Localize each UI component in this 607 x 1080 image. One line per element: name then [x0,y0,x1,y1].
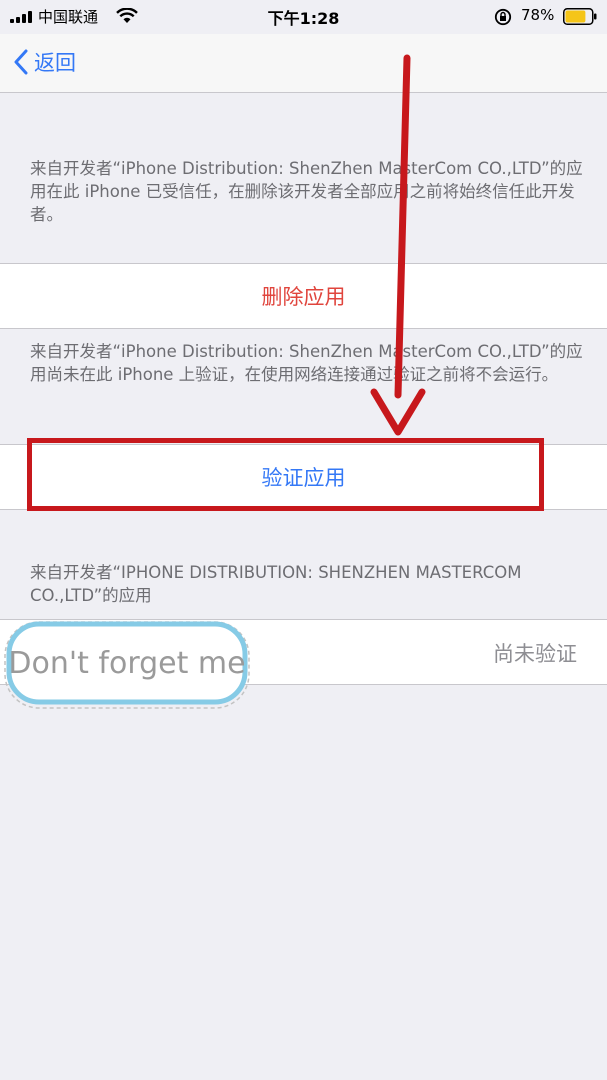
battery-percentage: 78% [521,6,555,24]
trusted-description: 来自开发者“iPhone Distribution: ShenZhen Mast… [30,159,583,224]
watermark-text: Don't forget me [8,646,245,681]
watermark-sticker: Don't forget me [4,621,250,709]
clock-time: 下午1:28 [267,9,340,28]
battery-icon [563,8,597,25]
app-verification-status: 尚未验证 [493,642,577,666]
annotation-highlight-box [27,438,544,511]
chevron-left-icon [14,49,28,75]
apps-section-header: 来自开发者“IPHONE DISTRIBUTION: SHENZHEN MAST… [30,563,522,605]
status-bar: 中国联通 下午1:28 78% [0,0,607,34]
delete-apps-button[interactable]: 删除应用 [0,263,607,329]
back-button[interactable]: 返回 [14,45,76,79]
navigation-bar: 返回 [0,34,607,93]
back-button-label: 返回 [34,51,76,75]
unverified-description: 来自开发者“iPhone Distribution: ShenZhen Mast… [30,342,583,384]
rotation-lock-icon [494,8,512,26]
